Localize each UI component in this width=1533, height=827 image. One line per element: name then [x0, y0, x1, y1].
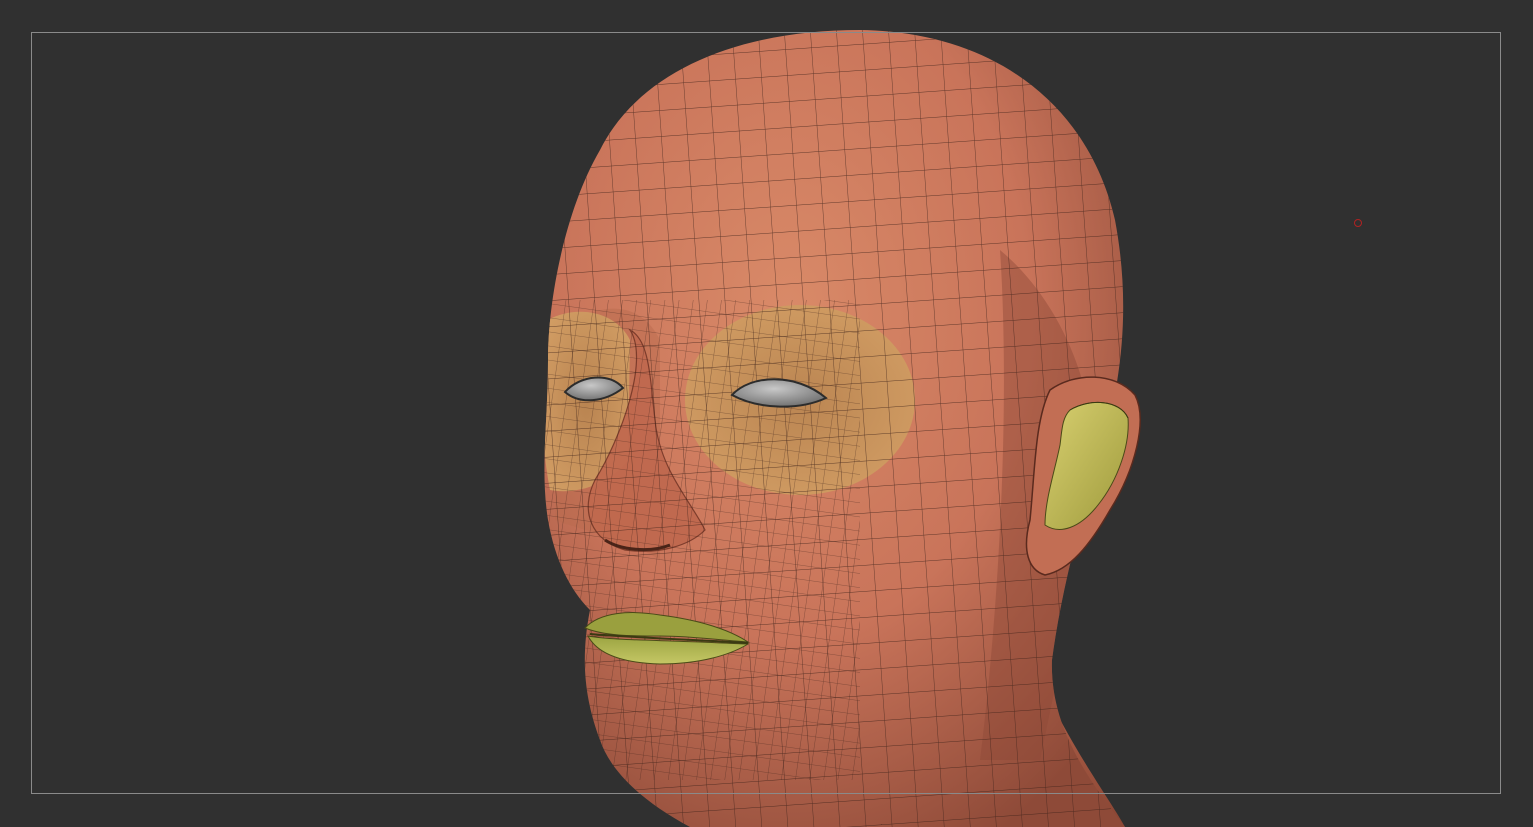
canvas-viewport[interactable] [0, 0, 1533, 827]
transpose-pivot-marker[interactable] [1354, 219, 1362, 227]
ear [1025, 376, 1141, 576]
head-mesh[interactable] [0, 0, 1533, 827]
